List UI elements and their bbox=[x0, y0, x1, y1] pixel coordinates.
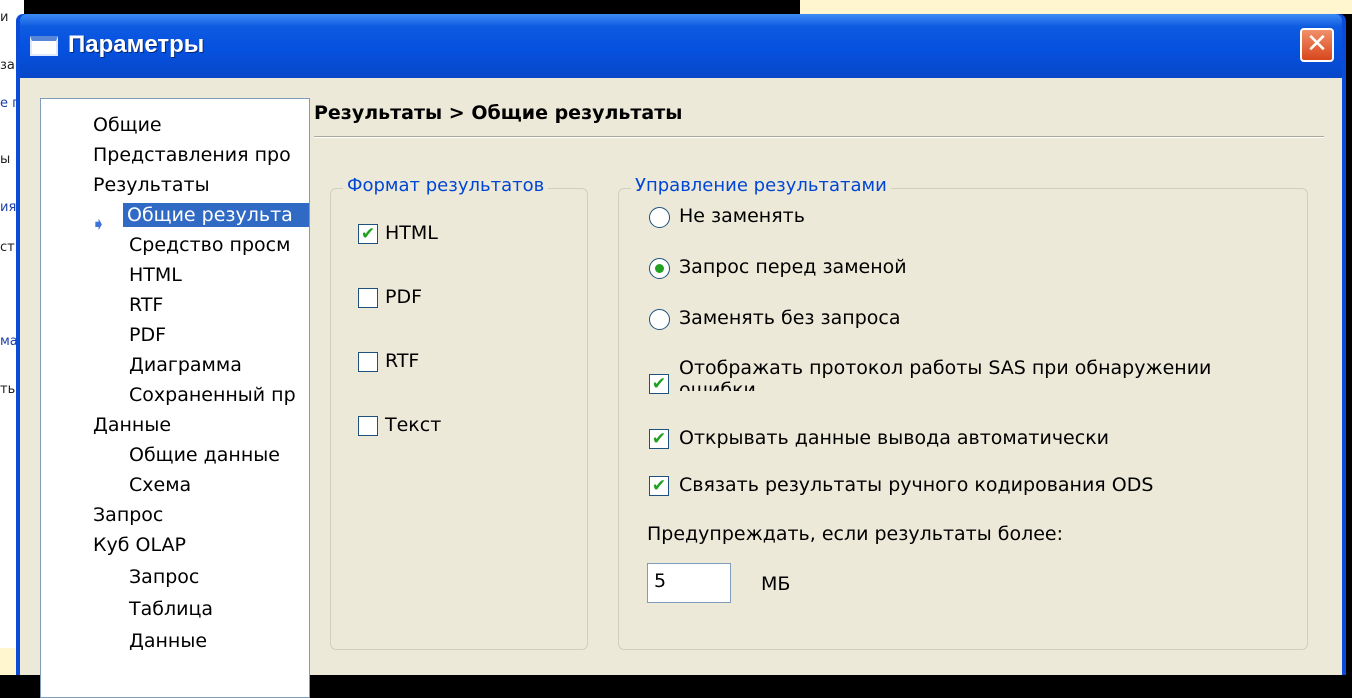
tree-item-viewer[interactable]: Средство просм bbox=[129, 233, 290, 257]
rtf-label: RTF bbox=[385, 350, 420, 372]
show-log-on-error-label: Отображать протокол работы SAS при обнар… bbox=[679, 357, 1212, 391]
manage-groupbox: Управление результатами Не заменять Запр… bbox=[618, 175, 1308, 650]
link-ods-label: Связать результаты ручного кодирования O… bbox=[679, 474, 1154, 496]
html-checkbox[interactable]: ✔ bbox=[358, 224, 378, 244]
show-log-on-error-checkbox[interactable]: ✔ bbox=[649, 374, 669, 394]
warn-unit-label: МБ bbox=[761, 573, 791, 595]
html-label: HTML bbox=[385, 222, 438, 244]
tree-item-olap-data[interactable]: Данные bbox=[129, 629, 207, 653]
tree-item-query[interactable]: Запрос bbox=[93, 503, 163, 527]
link-ods-checkbox[interactable]: ✔ bbox=[649, 476, 669, 496]
replace-without-ask-radio[interactable] bbox=[649, 309, 670, 330]
options-dialog: Параметры ✕ Общие Представления про Резу… bbox=[16, 14, 1346, 698]
manage-group-title: Управление результатами bbox=[631, 175, 891, 196]
tree-item-olap-query[interactable]: Запрос bbox=[129, 565, 199, 589]
format-group-title: Формат результатов bbox=[343, 175, 549, 196]
ask-before-replace-radio[interactable] bbox=[649, 258, 670, 279]
replace-without-ask-label: Заменять без запроса bbox=[679, 307, 901, 329]
window-icon bbox=[30, 36, 58, 56]
bg-fragment: ия bbox=[0, 200, 17, 215]
tree-item-html[interactable]: HTML bbox=[129, 263, 182, 287]
title-bar[interactable]: Параметры ✕ bbox=[20, 14, 1342, 78]
warn-size-input[interactable]: 5 bbox=[647, 563, 731, 603]
tree-item-rtf[interactable]: RTF bbox=[129, 293, 163, 317]
tree-item-saved[interactable]: Сохраненный пр bbox=[129, 383, 296, 407]
close-button[interactable]: ✕ bbox=[1300, 28, 1334, 62]
open-output-label: Открывать данные вывода автоматически bbox=[679, 427, 1110, 449]
bg-fragment: ст bbox=[0, 240, 15, 255]
bg-fragment: за bbox=[0, 58, 15, 73]
pdf-checkbox[interactable] bbox=[358, 288, 378, 308]
title-separator bbox=[314, 136, 1324, 138]
open-output-checkbox[interactable]: ✔ bbox=[649, 429, 669, 449]
format-groupbox: Формат результатов ✔ HTML PDF RTF Текст bbox=[330, 175, 588, 650]
tree-item-olap-table[interactable]: Таблица bbox=[129, 597, 213, 621]
tree-item-pdf[interactable]: PDF bbox=[129, 323, 166, 347]
tree-item-results[interactable]: Результаты bbox=[93, 173, 210, 197]
tree-item-schema[interactable]: Схема bbox=[129, 473, 191, 497]
tree-item-general-data[interactable]: Общие данные bbox=[129, 443, 280, 467]
pdf-label: PDF bbox=[385, 286, 423, 308]
text-label: Текст bbox=[385, 414, 442, 436]
tree-item-views[interactable]: Представления про bbox=[93, 143, 291, 167]
window-title: Параметры bbox=[68, 31, 205, 58]
page-title: Результаты > Общие результаты bbox=[314, 102, 683, 124]
no-replace-radio[interactable] bbox=[649, 207, 670, 228]
rtf-checkbox[interactable] bbox=[358, 352, 378, 372]
selected-arrow-icon: ➧ bbox=[91, 214, 107, 235]
warn-threshold-label: Предупреждать, если результаты более: bbox=[647, 523, 1064, 545]
text-checkbox[interactable] bbox=[358, 416, 378, 436]
options-tree[interactable]: Общие Представления про Результаты ➧ Общ… bbox=[40, 98, 310, 698]
ask-before-replace-label: Запрос перед заменой bbox=[679, 256, 907, 278]
tree-item-data[interactable]: Данные bbox=[93, 413, 171, 437]
tree-item-chart[interactable]: Диаграмма bbox=[129, 353, 242, 377]
dialog-client: Общие Представления про Результаты ➧ Общ… bbox=[20, 78, 1342, 698]
no-replace-label: Не заменять bbox=[679, 205, 805, 227]
background-window-top-right bbox=[800, 0, 1352, 14]
bg-fragment: и bbox=[0, 10, 9, 25]
bg-fragment: ы bbox=[0, 152, 11, 167]
tree-item-general[interactable]: Общие bbox=[93, 113, 162, 137]
tree-item-general-results[interactable]: Общие результа bbox=[123, 203, 309, 227]
tree-item-olap-cube[interactable]: Куб OLAP bbox=[93, 533, 186, 557]
bg-fragment: ть bbox=[0, 382, 16, 397]
